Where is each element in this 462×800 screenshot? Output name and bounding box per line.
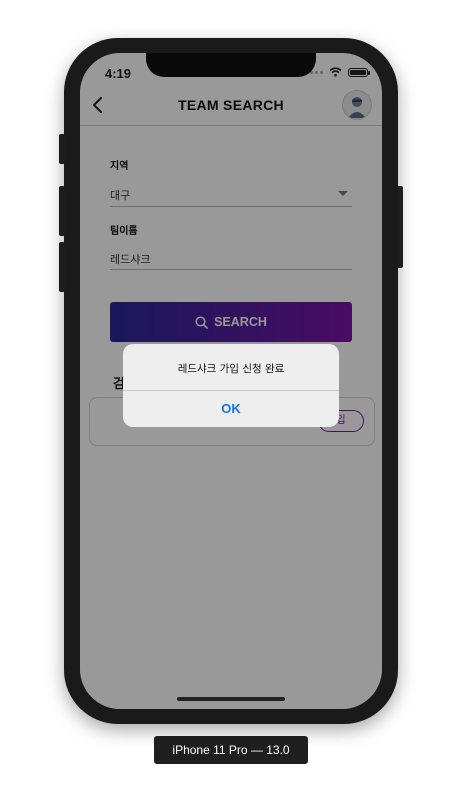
- power-button: [397, 186, 403, 268]
- volume-down-button: [59, 242, 65, 292]
- device-label: iPhone 11 Pro — 13.0: [154, 736, 308, 764]
- alert-message: 레드샤크 가입 신청 완료: [177, 363, 285, 375]
- mute-switch: [59, 134, 65, 164]
- volume-up-button: [59, 186, 65, 236]
- alert-dialog: 레드샤크 가입 신청 완료 OK: [123, 344, 339, 427]
- phone-screen: 4:19 TEAM SEARCH 지역 대구 팀이름 레드샤크 SEARCH 검…: [80, 53, 382, 709]
- alert-ok-button[interactable]: OK: [123, 391, 339, 427]
- home-indicator[interactable]: [177, 697, 285, 701]
